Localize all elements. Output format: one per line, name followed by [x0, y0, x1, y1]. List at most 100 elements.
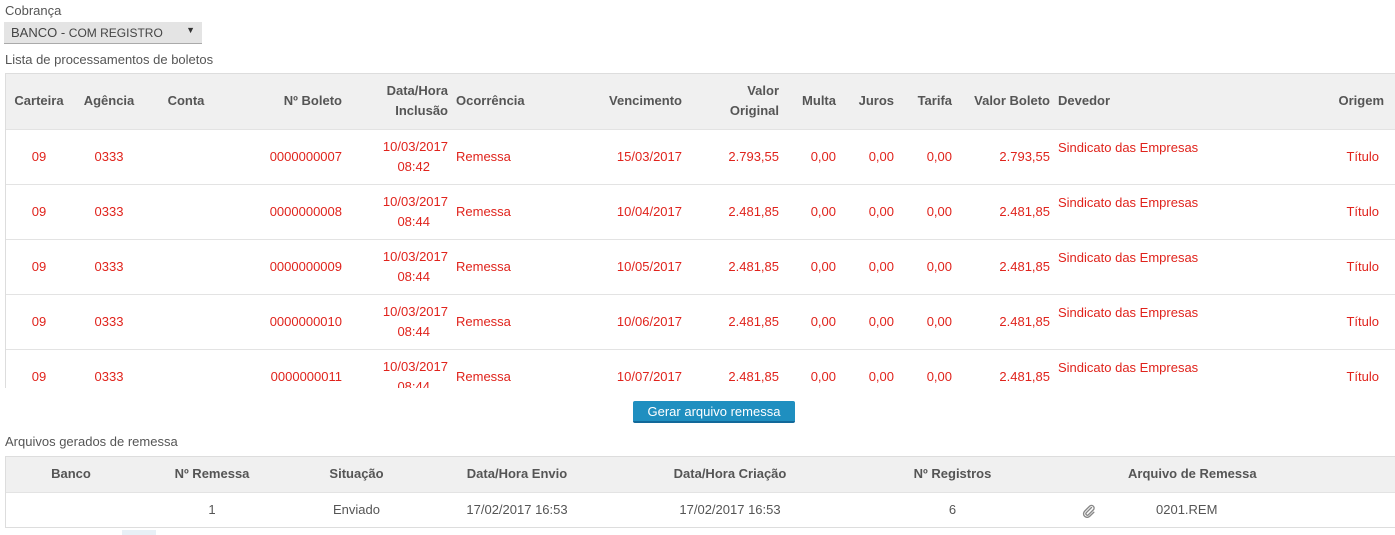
- cell-numero-remessa: 1: [136, 491, 288, 527]
- cell-juros: 0,00: [840, 183, 898, 239]
- cell-valor-original: 2.793,55: [686, 128, 783, 184]
- cell-data-hora: 10/03/2017 08:44: [346, 293, 452, 349]
- header-numero-boleto[interactable]: Nº Boleto: [226, 74, 346, 129]
- remessa-list-title: Arquivos gerados de remessa: [5, 434, 178, 449]
- header-carteira[interactable]: Carteira: [6, 74, 72, 129]
- boletos-list-title: Lista de processamentos de boletos: [5, 52, 214, 67]
- table-row[interactable]: 09 0333 0000000008 10/03/2017 08:44 Remes…: [6, 183, 1395, 239]
- header-banco[interactable]: Banco: [6, 457, 136, 492]
- header-numero-registros[interactable]: Nº Registros: [851, 457, 1054, 492]
- cell-devedor: Sindicato das Empresas: [1054, 348, 1293, 388]
- cell-situacao: Enviado: [288, 491, 425, 527]
- cell-hora: 08:44: [397, 378, 430, 388]
- cell-conta: [146, 128, 226, 184]
- cell-valor-original: 2.481,85: [686, 238, 783, 294]
- cell-valor-boleto: 2.793,55: [956, 128, 1054, 184]
- cell-conta: [146, 293, 226, 349]
- cell-origem: Título: [1293, 238, 1395, 294]
- cell-numero-boleto: 0000000009: [226, 238, 346, 294]
- header-devedor[interactable]: Devedor: [1054, 74, 1293, 129]
- cell-anexo: [1054, 491, 1124, 527]
- header-vencimento[interactable]: Vencimento: [553, 74, 686, 129]
- remessa-grid[interactable]: Banco Nº Remessa Situação Data/Hora Envi…: [5, 456, 1395, 528]
- cell-data-hora: 10/03/2017 08:44: [346, 238, 452, 294]
- cobranca-label: Cobrança: [5, 3, 62, 18]
- cobranca-select[interactable]: BANCO - COM REGISTRO ▼: [4, 22, 202, 44]
- cell-multa: 0,00: [783, 128, 840, 184]
- table-row[interactable]: 1 Enviado 17/02/2017 16:53 17/02/2017 16…: [6, 491, 1395, 527]
- cell-data-hora-criacao: 17/02/2017 16:53: [609, 491, 851, 527]
- cell-data: 10/03/2017: [382, 193, 448, 209]
- header-situacao[interactable]: Situação: [288, 457, 425, 492]
- cell-valor-original: 2.481,85: [686, 348, 783, 388]
- cell-origem: Título: [1293, 183, 1395, 239]
- cell-data-hora: 10/03/2017 08:44: [346, 348, 452, 388]
- boletos-table: Carteira Agência Conta Nº Boleto Data/Ho…: [6, 74, 1395, 388]
- chevron-down-icon: ▼: [186, 25, 195, 35]
- cell-valor-original: 2.481,85: [686, 183, 783, 239]
- cell-juros: 0,00: [840, 128, 898, 184]
- cell-data: 10/03/2017: [382, 303, 448, 319]
- cell-carteira: 09: [6, 238, 72, 294]
- cell-data-hora-envio: 17/02/2017 16:53: [425, 491, 609, 527]
- cell-data: 10/03/2017: [382, 248, 448, 264]
- table-row[interactable]: 09 0333 0000000011 10/03/2017 08:44 Remes…: [6, 348, 1395, 388]
- cell-origem: Título: [1293, 348, 1395, 388]
- cell-multa: 0,00: [783, 238, 840, 294]
- cell-ocorrencia: Remessa: [452, 183, 553, 239]
- cell-numero-boleto: 0000000011: [226, 348, 346, 388]
- header-origem[interactable]: Origem: [1293, 74, 1395, 129]
- header-data-hora-inclusao[interactable]: Data/Hora Inclusão: [346, 74, 452, 129]
- remessa-header-row: Banco Nº Remessa Situação Data/Hora Envi…: [6, 457, 1395, 492]
- gerar-arquivo-remessa-button[interactable]: Gerar arquivo remessa: [633, 401, 795, 423]
- cell-conta: [146, 348, 226, 388]
- cell-carteira: 09: [6, 348, 72, 388]
- header-conta[interactable]: Conta: [146, 74, 226, 129]
- header-numero-remessa[interactable]: Nº Remessa: [136, 457, 288, 492]
- cell-banco: [6, 491, 136, 527]
- cell-numero-boleto: 0000000008: [226, 183, 346, 239]
- header-ocorrencia[interactable]: Ocorrência: [452, 74, 553, 129]
- cell-multa: 0,00: [783, 348, 840, 388]
- header-data-hora-envio[interactable]: Data/Hora Envio: [425, 457, 609, 492]
- cell-hora: 08:42: [397, 158, 430, 174]
- cell-devedor: Sindicato das Empresas: [1054, 293, 1293, 349]
- cell-ocorrencia: Remessa: [452, 128, 553, 184]
- cell-vencimento: 10/05/2017: [553, 238, 686, 294]
- cell-tarifa: 0,00: [898, 293, 956, 349]
- cell-juros: 0,00: [840, 293, 898, 349]
- header-agencia[interactable]: Agência: [72, 74, 146, 129]
- paperclip-icon[interactable]: [1082, 504, 1096, 518]
- cell-data-hora: 10/03/2017 08:44: [346, 183, 452, 239]
- cell-conta: [146, 183, 226, 239]
- cell-hora: 08:44: [397, 213, 430, 229]
- table-row[interactable]: 09 0333 0000000007 10/03/2017 08:42 Remes…: [6, 128, 1395, 184]
- header-multa[interactable]: Multa: [783, 74, 840, 129]
- header-arquivo-remessa[interactable]: Arquivo de Remessa: [1124, 457, 1395, 492]
- cell-data-hora: 10/03/2017 08:42: [346, 128, 452, 184]
- table-row[interactable]: 09 0333 0000000010 10/03/2017 08:44 Remes…: [6, 293, 1395, 349]
- cell-tarifa: 0,00: [898, 238, 956, 294]
- cell-juros: 0,00: [840, 238, 898, 294]
- header-data-hora-criacao[interactable]: Data/Hora Criação: [609, 457, 851, 492]
- cell-agencia: 0333: [72, 293, 146, 349]
- header-valor-boleto[interactable]: Valor Boleto: [956, 74, 1054, 129]
- cell-valor-boleto: 2.481,85: [956, 293, 1054, 349]
- cell-valor-original: 2.481,85: [686, 293, 783, 349]
- header-tarifa[interactable]: Tarifa: [898, 74, 956, 129]
- header-valor-line2: Original: [729, 103, 779, 119]
- header-juros[interactable]: Juros: [840, 74, 898, 129]
- cell-multa: 0,00: [783, 293, 840, 349]
- cell-arquivo-remessa[interactable]: 0201.REM: [1124, 491, 1395, 527]
- cell-origem: Título: [1293, 293, 1395, 349]
- cell-ocorrencia: Remessa: [452, 238, 553, 294]
- cell-tarifa: 0,00: [898, 128, 956, 184]
- scroll-indicator: [122, 530, 156, 535]
- boletos-grid[interactable]: Carteira Agência Conta Nº Boleto Data/Ho…: [5, 73, 1395, 388]
- header-valor-original[interactable]: Valor Original: [686, 74, 783, 129]
- cell-carteira: 09: [6, 183, 72, 239]
- cell-agencia: 0333: [72, 183, 146, 239]
- cell-carteira: 09: [6, 293, 72, 349]
- table-row[interactable]: 09 0333 0000000009 10/03/2017 08:44 Remes…: [6, 238, 1395, 294]
- cell-vencimento: 10/06/2017: [553, 293, 686, 349]
